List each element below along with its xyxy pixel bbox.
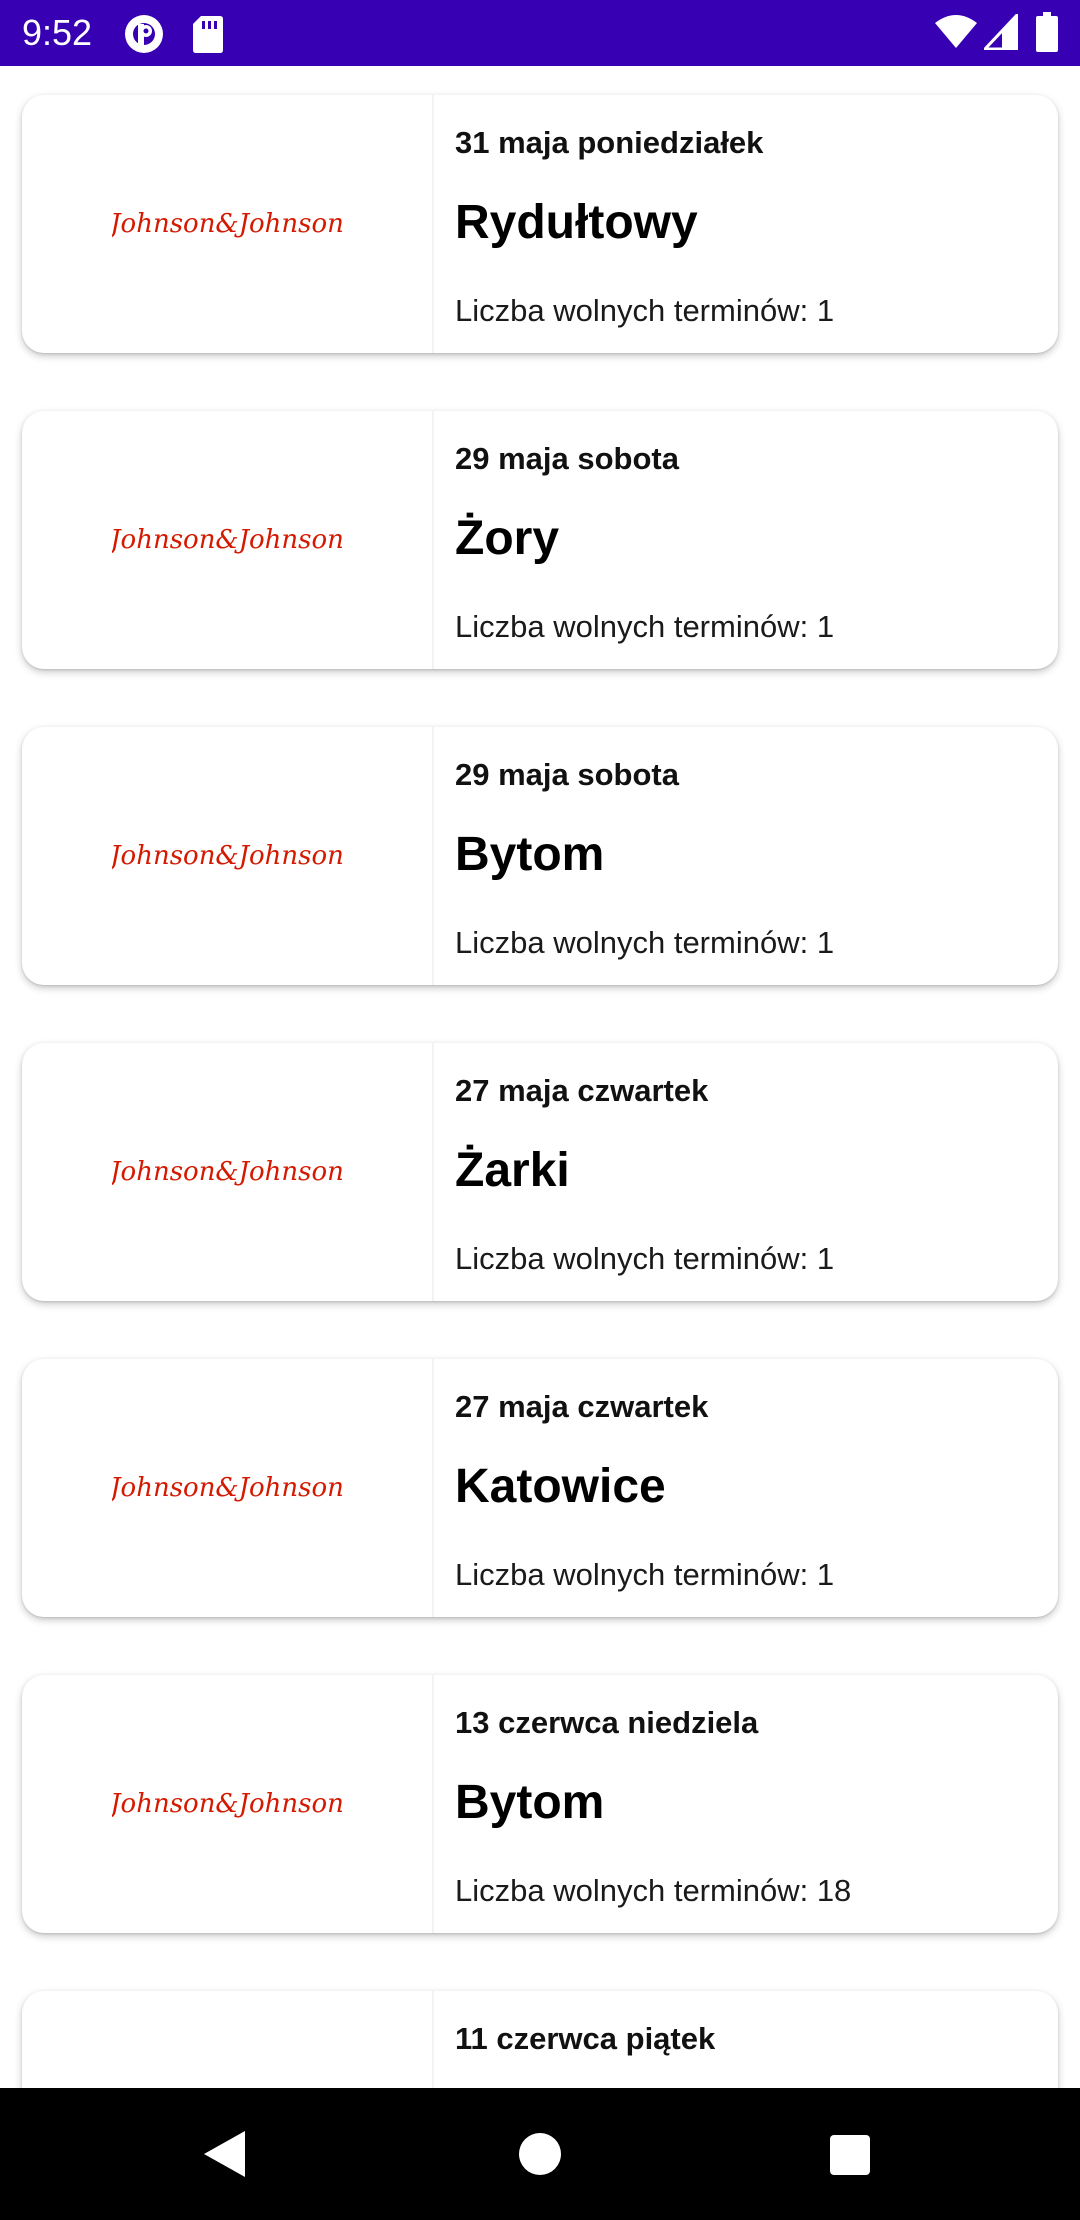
- appointment-slots: Liczba wolnych terminów: 1: [455, 293, 835, 328]
- appointment-date: 31 maja poniedziałek: [455, 125, 764, 160]
- johnson-johnson-logo: Johnson&Johnson: [22, 1359, 432, 1617]
- appointment-date: 11 czerwca piątek: [455, 2021, 716, 2056]
- appointment-card[interactable]: Johnson&Johnson 31 maja poniedziałek Ryd…: [22, 95, 1058, 353]
- appointment-city: Katowice: [455, 1460, 666, 1513]
- cellular-signal-icon: [981, 11, 1019, 55]
- appointment-card[interactable]: Johnson&Johnson 29 maja sobota Bytom Lic…: [22, 727, 1058, 985]
- appointment-date: 29 maja sobota: [455, 441, 679, 476]
- card-divider: [432, 1043, 434, 1301]
- svg-text:Johnson&Johnson: Johnson&Johnson: [112, 841, 342, 871]
- johnson-johnson-logo: Johnson&Johnson: [22, 1043, 432, 1301]
- appointment-slots: Liczba wolnych terminów: 1: [455, 925, 835, 960]
- appointment-list[interactable]: Johnson&Johnson 31 maja poniedziałek Ryd…: [0, 66, 1080, 2088]
- johnson-johnson-logo: Johnson&Johnson: [22, 1991, 432, 2088]
- appointment-city: Bytom: [455, 1776, 605, 1829]
- johnson-johnson-logo: Johnson&Johnson: [22, 411, 432, 669]
- sd-card-icon: [192, 14, 224, 59]
- navigation-bar: [0, 2088, 1080, 2220]
- card-divider: [432, 1359, 434, 1617]
- appointment-card[interactable]: Johnson&Johnson 27 maja czwartek Katowic…: [22, 1359, 1058, 1617]
- card-divider: [432, 1675, 434, 1933]
- card-divider: [432, 727, 434, 985]
- appointment-date: 27 maja czwartek: [455, 1073, 709, 1108]
- appointment-city: Rydułtowy: [455, 196, 698, 249]
- appointment-city: Bytom: [455, 828, 605, 881]
- svg-text:Johnson&Johnson: Johnson&Johnson: [112, 525, 342, 555]
- card-divider: [432, 95, 434, 353]
- johnson-johnson-logo: Johnson&Johnson: [22, 1675, 432, 1933]
- appointment-slots: Liczba wolnych terminów: 1: [455, 1557, 835, 1592]
- appointment-card[interactable]: Johnson&Johnson 29 maja sobota Żory Licz…: [22, 411, 1058, 669]
- appointment-date: 13 czerwca niedziela: [455, 1705, 759, 1740]
- appointment-date: 29 maja sobota: [455, 757, 679, 792]
- appointment-card[interactable]: Johnson&Johnson 13 czerwca niedziela Byt…: [22, 1675, 1058, 1933]
- appointment-city: Żory: [455, 512, 560, 565]
- wifi-icon: [934, 14, 978, 55]
- svg-text:Johnson&Johnson: Johnson&Johnson: [112, 209, 342, 239]
- status-time: 9:52: [22, 12, 93, 53]
- appointment-city: Żarki: [455, 1144, 570, 1197]
- recents-icon[interactable]: [829, 2134, 871, 2181]
- appointment-slots: Liczba wolnych terminów: 18: [455, 1873, 852, 1908]
- appointment-card[interactable]: Johnson&Johnson 27 maja czwartek Żarki L…: [22, 1043, 1058, 1301]
- battery-icon: [1036, 12, 1058, 57]
- card-divider: [432, 1991, 434, 2088]
- appointment-slots: Liczba wolnych terminów: 1: [455, 609, 835, 644]
- card-divider: [432, 411, 434, 669]
- appointment-card[interactable]: Johnson&Johnson 11 czerwca piątek: [22, 1991, 1058, 2088]
- appointment-slots: Liczba wolnych terminów: 1: [455, 1241, 835, 1276]
- svg-text:Johnson&Johnson: Johnson&Johnson: [112, 1473, 342, 1503]
- status-bar: 9:52: [0, 0, 1080, 66]
- johnson-johnson-logo: Johnson&Johnson: [22, 727, 432, 985]
- home-icon[interactable]: [518, 2132, 562, 2181]
- svg-text:Johnson&Johnson: Johnson&Johnson: [112, 1157, 342, 1187]
- johnson-johnson-logo: Johnson&Johnson: [22, 95, 432, 353]
- pocket-casts-icon: [124, 14, 164, 59]
- appointment-date: 27 maja czwartek: [455, 1389, 709, 1424]
- back-icon[interactable]: [202, 2130, 246, 2183]
- svg-text:Johnson&Johnson: Johnson&Johnson: [112, 1789, 342, 1819]
